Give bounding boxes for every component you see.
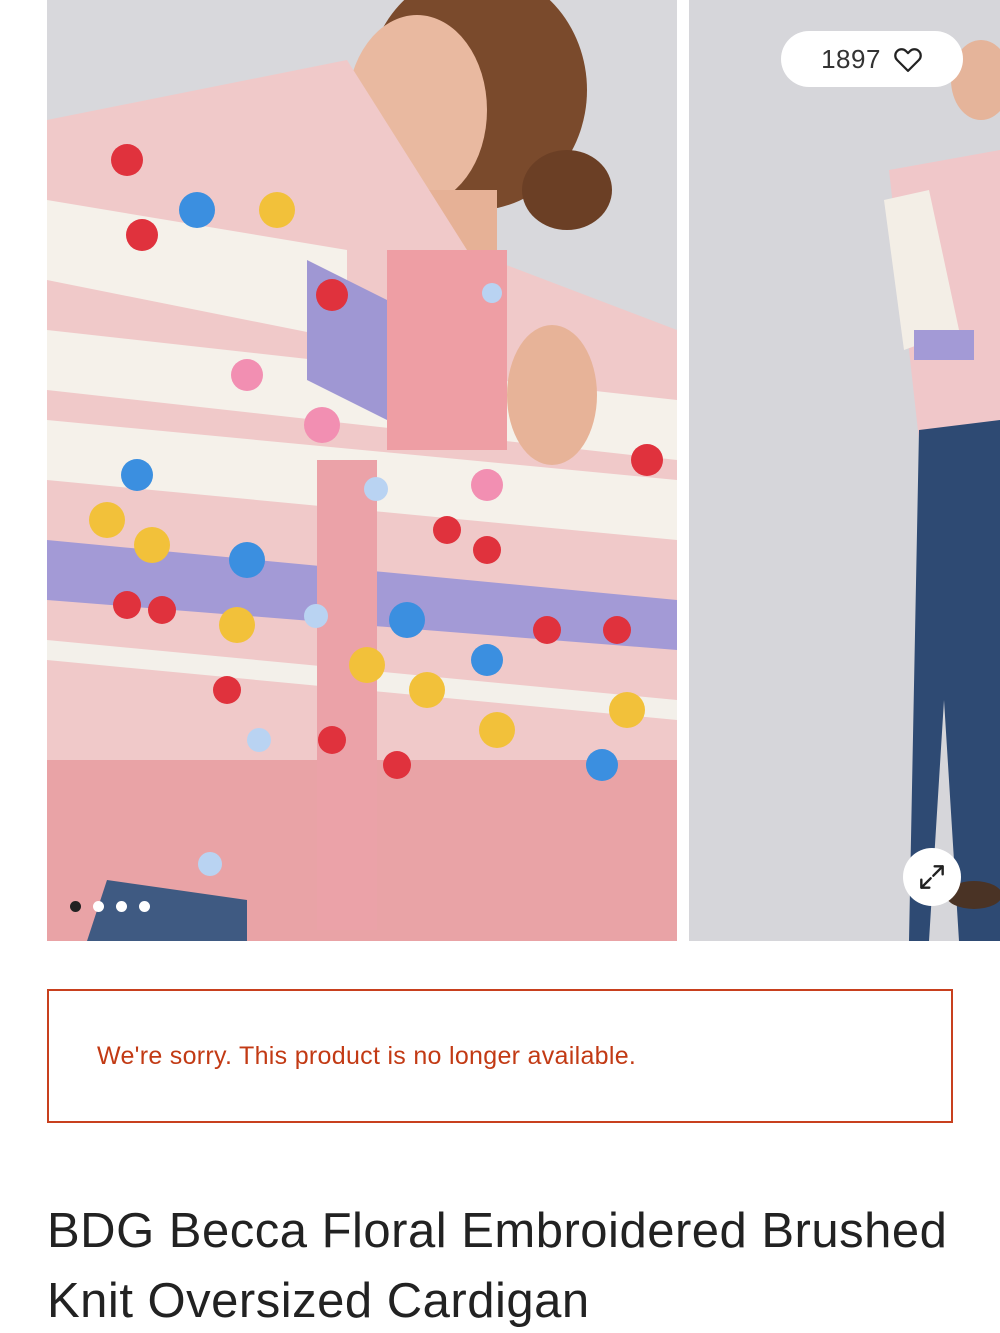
- pagination-dot[interactable]: [93, 901, 104, 912]
- product-image-main[interactable]: [47, 0, 677, 941]
- favorites-count: 1897: [821, 43, 881, 74]
- product-image-next[interactable]: [689, 0, 1000, 941]
- pagination-dot-active[interactable]: [70, 901, 81, 912]
- gallery-pagination-dots: [70, 901, 150, 912]
- unavailable-message: We're sorry. This product is no longer a…: [97, 1041, 637, 1070]
- favorite-button[interactable]: 1897: [781, 31, 963, 87]
- product-image-gallery[interactable]: 1897: [0, 0, 1000, 941]
- expand-arrows-icon: [920, 865, 944, 889]
- unavailable-notice: We're sorry. This product is no longer a…: [47, 989, 953, 1123]
- cardigan-model-photo: [47, 0, 677, 941]
- product-title: BDG Becca Floral Embroidered Brushed Kni…: [47, 1204, 948, 1328]
- expand-image-button[interactable]: [903, 848, 961, 906]
- pagination-dot[interactable]: [116, 901, 127, 912]
- pagination-dot[interactable]: [139, 901, 150, 912]
- cardigan-full-body-photo: [689, 0, 1000, 941]
- heart-outline-icon: [894, 48, 922, 72]
